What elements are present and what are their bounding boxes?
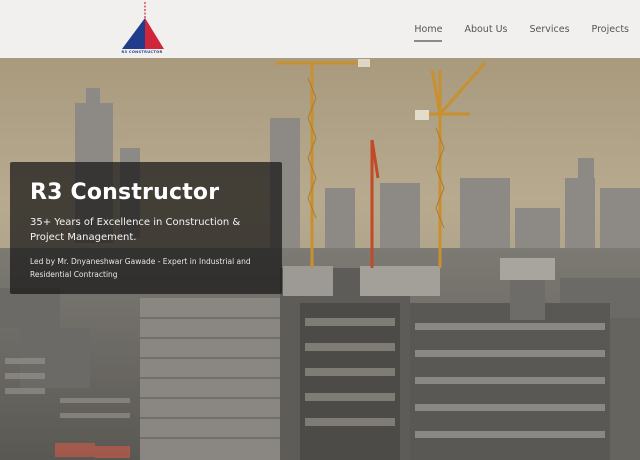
hero-subtitle: 35+ Years of Excellence in Construction …: [30, 217, 241, 243]
main-nav: Home About Us Services Projects: [403, 0, 640, 58]
logo-text: R3 CONSTRUCTOR: [121, 50, 163, 54]
page: R3 CONSTRUCTOR Home About Us Services Pr…: [0, 0, 640, 460]
site-header: R3 CONSTRUCTOR Home About Us Services Pr…: [0, 0, 640, 58]
nav-about-us[interactable]: About Us: [457, 24, 514, 35]
hero-description: Led by Mr. Dnyaneshwar Gawade - Expert i…: [30, 257, 251, 279]
hero-title: R3 Constructor: [30, 180, 220, 205]
nav-home[interactable]: Home: [407, 24, 449, 42]
logo-triangle-icon: [122, 2, 164, 49]
nav-projects[interactable]: Projects: [585, 24, 636, 35]
nav-services[interactable]: Services: [522, 24, 576, 35]
hero-card: R3 Constructor 35+ Years of Excellence i…: [10, 162, 282, 294]
logo[interactable]: R3 CONSTRUCTOR: [118, 2, 166, 56]
